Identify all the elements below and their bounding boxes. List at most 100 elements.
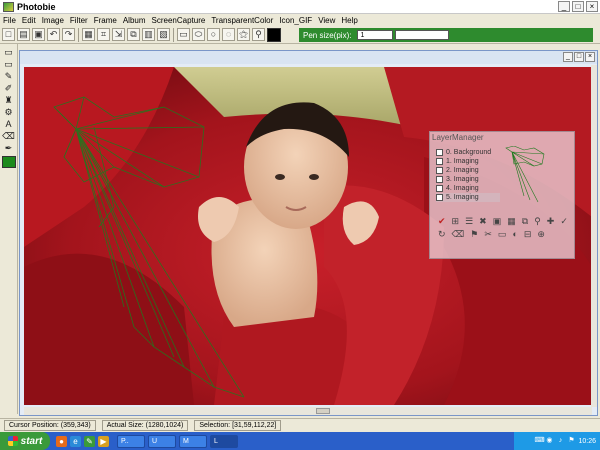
picker-icon[interactable]: ✒ bbox=[2, 142, 16, 154]
doc-close-button[interactable]: × bbox=[585, 52, 595, 62]
layer-copy-icon[interactable]: ⧉ bbox=[522, 216, 528, 226]
layer-checkbox[interactable] bbox=[436, 158, 443, 165]
layer-row[interactable]: 2. Imaging bbox=[436, 166, 500, 175]
layer-erase-icon[interactable]: ⌫ bbox=[452, 229, 465, 239]
horizontal-scroll-thumb[interactable] bbox=[316, 408, 330, 414]
layer-tools: ✔ ⊞ ☰ ✖ ▣ ▦ ⧉ ⚲ ✚ ✓ ↻ ⌫ ⚑ ✂ ▭ ◐ ⊟ ⊕ bbox=[438, 216, 570, 239]
selection-info: Selection: [31,59,112,22] bbox=[194, 420, 282, 431]
lasso-icon[interactable]: ◌ bbox=[222, 28, 235, 41]
toolbar-separator bbox=[173, 27, 174, 42]
text-icon[interactable]: A bbox=[2, 118, 16, 130]
open-icon[interactable]: ▤ bbox=[17, 28, 30, 41]
layer-icon[interactable]: ▦ bbox=[82, 28, 95, 41]
layer-move-icon[interactable]: ✚ bbox=[547, 216, 555, 226]
layer-row[interactable]: 3. Imaging bbox=[436, 175, 500, 184]
minimize-button[interactable]: _ bbox=[558, 1, 570, 12]
doc-maximize-button[interactable]: □ bbox=[574, 52, 584, 62]
menu-transparentcolor[interactable]: TransparentColor bbox=[208, 16, 276, 25]
menu-edit[interactable]: Edit bbox=[19, 16, 39, 25]
firefox-icon[interactable]: ● bbox=[56, 435, 67, 447]
menu-view[interactable]: View bbox=[315, 16, 338, 25]
layer-search-icon[interactable]: ⚲ bbox=[534, 216, 541, 226]
layer-checkbox[interactable] bbox=[436, 194, 443, 201]
layer-confirm-icon[interactable]: ✓ bbox=[560, 216, 568, 226]
layer-row[interactable]: 0. Background bbox=[436, 148, 500, 157]
crop-icon[interactable]: ⌗ bbox=[97, 28, 110, 41]
eraser-icon[interactable]: ⌫ bbox=[2, 130, 16, 142]
copy-icon[interactable]: ⧉ bbox=[127, 28, 140, 41]
foreground-color-swatch[interactable] bbox=[267, 27, 281, 42]
image-canvas[interactable]: LayerManager 0. Background 1. Imaging 2.… bbox=[24, 67, 592, 405]
redo-icon[interactable]: ↷ bbox=[62, 28, 75, 41]
maximize-button[interactable]: □ bbox=[572, 1, 584, 12]
wand-icon[interactable]: ⚝ bbox=[237, 28, 250, 41]
app-icon[interactable]: ✎ bbox=[84, 435, 95, 447]
print-icon[interactable]: ▧ bbox=[157, 28, 170, 41]
layer-rect-icon[interactable]: ▭ bbox=[498, 229, 507, 239]
task-button[interactable]: M bbox=[179, 434, 207, 448]
layer-checkbox[interactable] bbox=[436, 167, 443, 174]
layer-new-icon[interactable]: ⊕ bbox=[537, 229, 545, 239]
volume-icon[interactable]: ♪ bbox=[556, 437, 564, 445]
menu-album[interactable]: Album bbox=[120, 16, 149, 25]
task-button[interactable]: P.. bbox=[117, 434, 145, 448]
rect-select-icon[interactable]: ▭ bbox=[177, 28, 190, 41]
menu-screencapture[interactable]: ScreenCapture bbox=[149, 16, 209, 25]
new-icon[interactable]: □ bbox=[2, 28, 15, 41]
layer-checkbox[interactable] bbox=[436, 185, 443, 192]
menu-file[interactable]: File bbox=[0, 16, 19, 25]
menu-image[interactable]: Image bbox=[39, 16, 67, 25]
layer-opacity-icon[interactable]: ◐ bbox=[512, 229, 517, 239]
undo-icon[interactable]: ↶ bbox=[47, 28, 60, 41]
layer-cut-icon[interactable]: ✂ bbox=[484, 229, 492, 239]
layer-checkbox[interactable] bbox=[436, 176, 443, 183]
vertical-scrollbar[interactable] bbox=[591, 65, 597, 407]
close-button[interactable]: × bbox=[586, 1, 598, 12]
layer-frame-icon[interactable]: ▣ bbox=[493, 216, 502, 226]
brush-icon[interactable]: ✐ bbox=[2, 82, 16, 94]
menu-frame[interactable]: Frame bbox=[91, 16, 120, 25]
network-icon[interactable]: ◉ bbox=[545, 437, 553, 445]
layer-label: 4. Imaging bbox=[446, 185, 479, 192]
pen-size-input[interactable] bbox=[357, 30, 394, 40]
resize-icon[interactable]: ⇲ bbox=[112, 28, 125, 41]
layer-row[interactable]: 4. Imaging bbox=[436, 184, 500, 193]
paste-icon[interactable]: ▥ bbox=[142, 28, 155, 41]
start-button[interactable]: start bbox=[0, 432, 50, 450]
rect-tool-icon[interactable]: ▭ bbox=[2, 46, 16, 58]
zoom-icon[interactable]: ⚲ bbox=[252, 28, 265, 41]
menu-help[interactable]: Help bbox=[338, 16, 360, 25]
clone-icon[interactable]: ⚙ bbox=[2, 106, 16, 118]
save-icon[interactable]: ▣ bbox=[32, 28, 45, 41]
media-icon[interactable]: ▶ bbox=[98, 435, 109, 447]
layer-rotate-icon[interactable]: ↻ bbox=[438, 229, 446, 239]
horizontal-scrollbar[interactable] bbox=[24, 407, 592, 415]
pencil-icon[interactable]: ✎ bbox=[2, 70, 16, 82]
circle-icon[interactable]: ○ bbox=[207, 28, 220, 41]
layer-check-icon[interactable]: ✔ bbox=[438, 216, 446, 226]
layer-add-icon[interactable]: ⊞ bbox=[452, 216, 460, 226]
layer-merge-icon[interactable]: ⊟ bbox=[524, 229, 532, 239]
layer-delete-icon[interactable]: ✖ bbox=[479, 216, 487, 226]
ie-icon[interactable]: e bbox=[70, 435, 81, 447]
doc-minimize-button[interactable]: _ bbox=[563, 52, 573, 62]
task-button-active[interactable]: L bbox=[210, 434, 238, 448]
layer-grid-icon[interactable]: ▦ bbox=[507, 216, 516, 226]
cursor-position: Cursor Position: (359,343) bbox=[4, 420, 96, 431]
ellipse-tool-icon[interactable]: ▭ bbox=[2, 58, 16, 70]
ellipse-select-icon[interactable]: ⬭ bbox=[192, 28, 205, 41]
menu-filter[interactable]: Filter bbox=[67, 16, 91, 25]
layer-row[interactable]: 1. Imaging bbox=[436, 157, 500, 166]
layer-checkbox[interactable] bbox=[436, 149, 443, 156]
layer-row-selected[interactable]: 5. Imaging bbox=[436, 193, 500, 202]
keyboard-icon[interactable]: ⌨ bbox=[534, 437, 544, 445]
bucket-icon[interactable]: ♜ bbox=[2, 94, 16, 106]
tool-color-swatch[interactable] bbox=[1, 156, 16, 168]
toolbox: ▭ ▭ ✎ ✐ ♜ ⚙ A ⌫ ✒ bbox=[0, 44, 18, 414]
menu-icon-gif[interactable]: Icon_GIF bbox=[276, 16, 315, 25]
layer-list-icon[interactable]: ☰ bbox=[465, 216, 473, 226]
pen-size-field[interactable] bbox=[395, 30, 450, 40]
layer-flag-icon[interactable]: ⚑ bbox=[470, 229, 478, 239]
task-button[interactable]: U bbox=[148, 434, 176, 448]
security-icon[interactable]: ⚑ bbox=[567, 437, 575, 445]
